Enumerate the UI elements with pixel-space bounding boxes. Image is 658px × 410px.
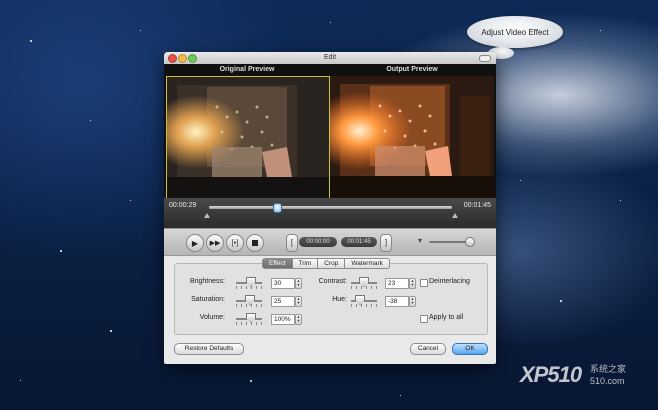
split-button[interactable]: [•] bbox=[226, 234, 244, 252]
saturation-label: Saturation: bbox=[191, 296, 225, 303]
star bbox=[330, 22, 331, 23]
stop-button[interactable] bbox=[246, 234, 264, 252]
start-marker-icon[interactable] bbox=[204, 213, 210, 218]
apply-to-all-checkbox[interactable] bbox=[420, 315, 428, 323]
original-video-frame bbox=[167, 77, 329, 199]
hue-field[interactable]: -38 bbox=[385, 296, 409, 307]
star bbox=[600, 30, 601, 31]
tab-trim[interactable]: Trim bbox=[292, 258, 319, 269]
hue-label: Hue: bbox=[332, 296, 347, 303]
output-preview-label: Output Preview bbox=[386, 66, 438, 73]
star bbox=[20, 380, 21, 381]
edit-tabs: Effect Trim Crop Watermark bbox=[262, 258, 390, 269]
contrast-label: Contrast: bbox=[318, 278, 347, 285]
hue-stepper[interactable]: ▲ ▼ bbox=[409, 296, 416, 307]
restore-defaults-button[interactable]: Restore Defaults bbox=[174, 343, 244, 355]
end-marker-icon[interactable] bbox=[452, 213, 458, 218]
playback-controls: ▶ ▶▶ [•] [ 00:00:00 00:01:45 ] ▾ bbox=[164, 228, 496, 256]
apply-to-all-label: Apply to all bbox=[429, 314, 464, 321]
watermark-line2: 510.com bbox=[590, 376, 625, 386]
watermark-logo: XP510 bbox=[520, 362, 582, 387]
play-button[interactable]: ▶ bbox=[186, 234, 204, 252]
total-time: 00:01:45 bbox=[463, 202, 491, 209]
volume-icon: ▾ bbox=[418, 236, 423, 245]
star bbox=[30, 40, 32, 42]
brightness-label: Brightness: bbox=[189, 278, 225, 285]
star bbox=[520, 180, 521, 181]
current-time: 00:00:29 bbox=[169, 202, 197, 209]
edit-window: Edit Original Preview Output Preview 00:… bbox=[164, 52, 496, 364]
star bbox=[110, 330, 112, 332]
play-icon: ▶ bbox=[191, 238, 199, 248]
timeline-track[interactable] bbox=[209, 206, 452, 209]
star bbox=[60, 250, 62, 252]
timeline-playhead[interactable] bbox=[273, 203, 283, 213]
saturation-stepper[interactable]: ▲ ▼ bbox=[295, 296, 302, 307]
deinterlacing-checkbox[interactable] bbox=[420, 279, 428, 287]
tab-effect[interactable]: Effect bbox=[262, 258, 293, 269]
toolbar-toggle-icon[interactable] bbox=[479, 55, 491, 62]
tab-crop[interactable]: Crop bbox=[318, 258, 346, 269]
contrast-stepper[interactable]: ▲ ▼ bbox=[409, 278, 416, 289]
star bbox=[90, 120, 91, 121]
fast-forward-button[interactable]: ▶▶ bbox=[206, 234, 224, 252]
deinterlacing-label: Deinterlacing bbox=[429, 278, 470, 285]
stop-icon bbox=[252, 240, 258, 246]
hue-ticks bbox=[351, 304, 377, 307]
volume-label: Volume: bbox=[199, 314, 225, 321]
timeline-bar: 00:00:29 00:01:45 bbox=[164, 198, 496, 228]
brightness-stepper[interactable]: ▲ ▼ bbox=[295, 278, 302, 289]
star bbox=[250, 380, 252, 382]
set-start-button[interactable]: [ bbox=[286, 234, 298, 252]
effect-panel: Brightness: 30 ▲ ▼ Saturation: 25 ▲ ▼ Volu… bbox=[174, 263, 488, 335]
saturation-ticks bbox=[236, 304, 262, 307]
watermark-line1: 系统之家 bbox=[590, 364, 627, 374]
volume-slider-thumb[interactable] bbox=[465, 237, 475, 247]
split-icon: [•] bbox=[231, 239, 239, 247]
start-time-field[interactable]: 00:00:00 bbox=[299, 237, 337, 247]
original-preview-label: Original Preview bbox=[219, 66, 275, 73]
star bbox=[140, 30, 141, 31]
cancel-button[interactable]: Cancel bbox=[410, 343, 446, 355]
brightness-field[interactable]: 30 bbox=[271, 278, 295, 289]
star bbox=[130, 200, 131, 201]
volume-ticks bbox=[236, 322, 262, 325]
star bbox=[620, 200, 621, 201]
contrast-field[interactable]: 23 bbox=[385, 278, 409, 289]
star bbox=[400, 395, 401, 396]
output-preview[interactable] bbox=[330, 76, 494, 198]
set-end-button[interactable]: ] bbox=[380, 234, 392, 252]
end-time-field[interactable]: 00:01:45 bbox=[341, 237, 377, 247]
brightness-ticks bbox=[236, 286, 262, 289]
original-preview[interactable] bbox=[166, 76, 330, 200]
tooltip-text: Adjust Video Effect bbox=[481, 27, 549, 37]
volume-stepper[interactable]: ▲ ▼ bbox=[295, 314, 302, 325]
tooltip-bubble: Adjust Video Effect bbox=[467, 16, 563, 48]
saturation-field[interactable]: 25 bbox=[271, 296, 295, 307]
ok-button[interactable]: OK bbox=[452, 343, 488, 355]
output-video-frame bbox=[330, 76, 494, 198]
window-title: Edit bbox=[323, 54, 337, 61]
star bbox=[560, 300, 562, 302]
fast-forward-icon: ▶▶ bbox=[209, 240, 221, 247]
volume-field[interactable]: 100% bbox=[271, 314, 295, 325]
tab-watermark[interactable]: Watermark bbox=[345, 258, 390, 269]
